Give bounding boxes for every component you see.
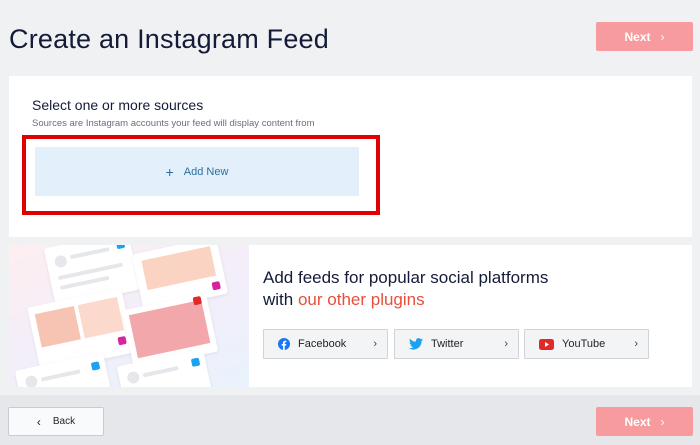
back-button[interactable]: ‹ Back (8, 407, 104, 436)
next-label: Next (624, 29, 651, 44)
chevron-right-icon: › (660, 29, 665, 44)
next-button-bottom[interactable]: Next › (596, 407, 693, 436)
next-button-top[interactable]: Next › (596, 22, 693, 51)
twitter-plugin-button[interactable]: Twitter › (394, 329, 519, 359)
chevron-right-icon: › (634, 338, 638, 350)
plugins-headline: Add feeds for popular social platforms w… (263, 267, 563, 311)
plugins-illustration (9, 245, 249, 387)
chevron-right-icon: › (660, 414, 665, 429)
back-label: Back (52, 416, 76, 427)
add-new-source-button[interactable]: + Add New (35, 147, 359, 196)
youtube-label: YouTube (562, 338, 606, 350)
facebook-label: Facebook (298, 338, 347, 350)
youtube-plugin-button[interactable]: YouTube › (524, 329, 649, 359)
youtube-icon (539, 338, 554, 350)
other-plugins-card: Add feeds for popular social platforms w… (9, 245, 692, 387)
other-plugins-link[interactable]: our other plugins (298, 290, 425, 309)
plus-icon: + (165, 163, 174, 180)
twitter-label: Twitter (431, 338, 464, 350)
next-label: Next (624, 414, 651, 429)
sources-title: Select one or more sources (32, 97, 204, 113)
chevron-left-icon: ‹ (36, 414, 41, 429)
twitter-icon (409, 338, 423, 350)
page-title: Create an Instagram Feed (9, 24, 329, 54)
add-new-label: Add New (183, 165, 229, 178)
footer-bar (0, 395, 700, 445)
chevron-right-icon: › (504, 338, 508, 350)
sources-description: Sources are Instagram accounts your feed… (32, 118, 315, 129)
facebook-plugin-button[interactable]: Facebook › (263, 329, 388, 359)
chevron-right-icon: › (373, 338, 377, 350)
sources-card: Select one or more sources Sources are I… (9, 76, 692, 237)
facebook-icon (278, 338, 290, 350)
